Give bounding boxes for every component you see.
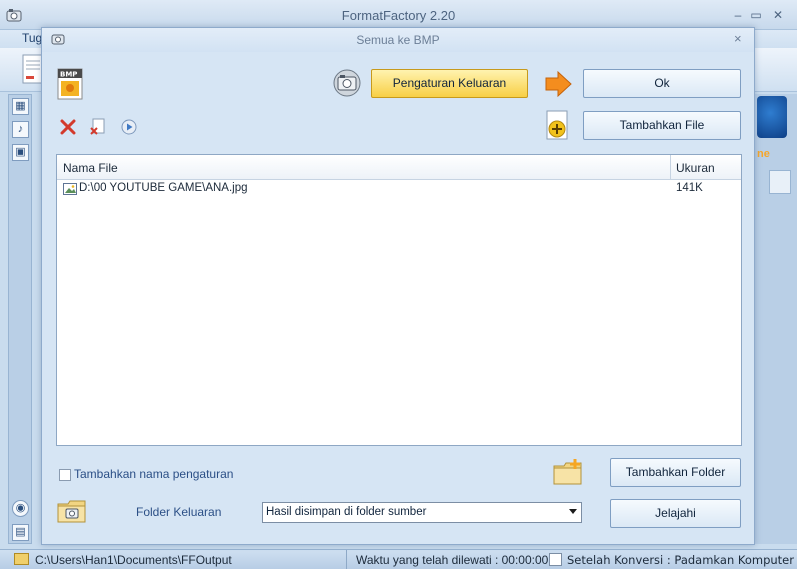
- audio-category-icon[interactable]: ♪: [12, 121, 29, 138]
- status-bar: C:\Users\Han1\Documents\FFOutput Waktu y…: [0, 549, 797, 569]
- column-header-size[interactable]: Ukuran: [676, 161, 715, 175]
- clear-list-icon[interactable]: [89, 118, 107, 136]
- right-ad-panel: ne: [755, 94, 797, 544]
- convert-dialog: Semua ke BMP × BMP Pengaturan Keluaran O…: [41, 27, 755, 545]
- file-list[interactable]: Nama File Ukuran D:\00 YOUTUBE GAME\ANA.…: [56, 154, 742, 446]
- svg-text:BMP: BMP: [60, 71, 77, 79]
- ad-text: ne: [757, 148, 770, 160]
- rom-device-category-icon[interactable]: ◉: [12, 500, 29, 517]
- add-folder-icon[interactable]: [553, 458, 583, 486]
- panel-box: [769, 170, 791, 194]
- add-setting-name-label[interactable]: Tambahkan nama pengaturan: [74, 467, 233, 481]
- bmp-format-icon: BMP: [57, 68, 83, 100]
- utilities-category-icon[interactable]: ▤: [12, 524, 29, 541]
- ok-button[interactable]: Ok: [583, 69, 741, 98]
- column-divider[interactable]: [670, 155, 671, 180]
- menu-item-tugas[interactable]: Tug: [22, 31, 42, 45]
- file-name: D:\00 YOUTUBE GAME\ANA.jpg: [79, 182, 248, 194]
- after-conversion-checkbox[interactable]: [549, 553, 562, 566]
- image-file-icon: [63, 183, 77, 195]
- main-window-title: FormatFactory 2.20: [341, 8, 456, 23]
- after-conversion-label: Setelah Konversi : Padamkan Komputer: [567, 553, 794, 567]
- video-category-icon[interactable]: ▦: [12, 98, 29, 115]
- settings-camera-icon[interactable]: [332, 68, 362, 98]
- file-size: 141K: [676, 182, 703, 194]
- globe-icon: [757, 96, 787, 138]
- output-folder-icon[interactable]: [14, 553, 29, 565]
- output-path: C:\Users\Han1\Documents\FFOutput: [35, 553, 232, 567]
- dialog-title-bar: Semua ke BMP ×: [42, 28, 754, 52]
- add-folder-button[interactable]: Tambahkan Folder: [610, 458, 741, 487]
- main-title-bar: FormatFactory 2.20 – ▭ ✕: [0, 0, 797, 30]
- minimize-button[interactable]: –: [728, 6, 748, 24]
- add-file-icon[interactable]: [546, 110, 570, 142]
- table-row[interactable]: D:\00 YOUTUBE GAME\ANA.jpg 141K: [57, 181, 741, 198]
- output-folder-select[interactable]: Hasil disimpan di folder sumber: [262, 502, 582, 523]
- maximize-button[interactable]: ▭: [746, 6, 766, 24]
- add-file-button[interactable]: Tambahkan File: [583, 111, 741, 140]
- elapsed-time: Waktu yang telah dilewati : 00:00:00: [356, 553, 549, 567]
- browse-button[interactable]: Jelajahi: [610, 499, 741, 528]
- output-folder-value: Hasil disimpan di folder sumber: [266, 506, 427, 518]
- arrow-right-icon: [545, 70, 572, 98]
- category-sidebar: ▦ ♪ ▣ ◉ ▤: [8, 94, 32, 544]
- dialog-close-button[interactable]: ×: [734, 31, 742, 46]
- add-setting-name-checkbox[interactable]: [59, 469, 71, 481]
- chevron-down-icon[interactable]: [569, 509, 577, 514]
- status-divider: [346, 550, 347, 569]
- column-header-name[interactable]: Nama File: [63, 161, 118, 175]
- file-list-header: Nama File Ukuran: [57, 155, 741, 180]
- output-settings-button[interactable]: Pengaturan Keluaran: [371, 69, 528, 98]
- dialog-title: Semua ke BMP: [356, 33, 440, 47]
- output-folder-label: Folder Keluaran: [136, 505, 222, 519]
- close-window-button[interactable]: ✕: [768, 6, 788, 24]
- picture-category-icon[interactable]: ▣: [12, 144, 29, 161]
- play-preview-icon[interactable]: [120, 118, 138, 136]
- remove-icon[interactable]: [59, 118, 77, 136]
- output-folder-icon: [57, 500, 86, 523]
